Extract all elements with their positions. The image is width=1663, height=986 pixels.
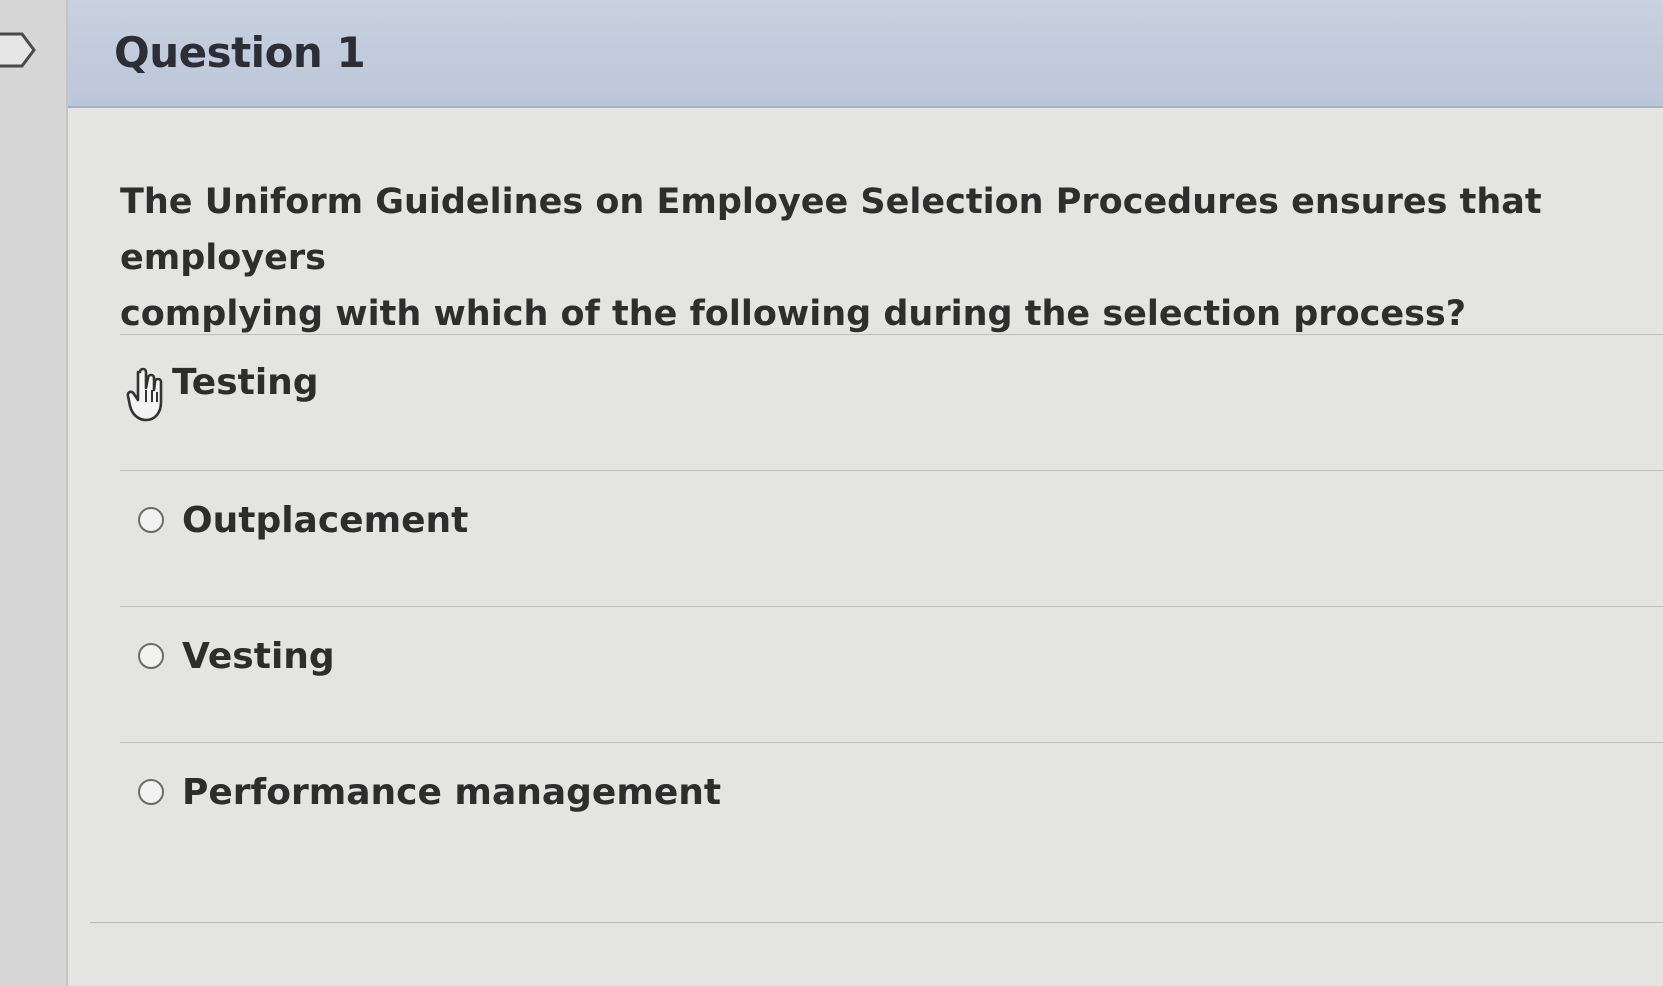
option-divider: [120, 334, 1663, 335]
answer-option-testing[interactable]: Testing: [126, 352, 1026, 422]
answer-label: Performance management: [182, 771, 722, 813]
question-panel: Question 1 The Uniform Guidelines on Emp…: [66, 0, 1663, 986]
answer-option-outplacement[interactable]: Outplacement: [138, 490, 1038, 550]
radio-button-icon[interactable]: [138, 779, 164, 805]
answer-option-vesting[interactable]: Vesting: [138, 626, 1038, 686]
option-divider: [120, 606, 1663, 607]
question-header: Question 1: [68, 0, 1663, 108]
answer-label: Outplacement: [182, 499, 469, 541]
left-gutter: [0, 0, 66, 986]
question-title: Question 1: [114, 28, 366, 77]
question-flag-icon[interactable]: [0, 30, 38, 70]
answer-label: Vesting: [182, 635, 335, 677]
radio-button-icon[interactable]: [138, 643, 164, 669]
answer-label: Testing: [172, 361, 319, 403]
question-text: The Uniform Guidelines on Employee Selec…: [120, 182, 1542, 334]
answer-option-performance-management[interactable]: Performance management: [138, 762, 1038, 822]
hand-pointer-cursor-icon: [126, 367, 163, 422]
option-divider: [120, 742, 1663, 743]
option-divider: [120, 470, 1663, 471]
radio-button-icon[interactable]: [138, 507, 164, 533]
panel-bottom-divider: [90, 922, 1663, 923]
